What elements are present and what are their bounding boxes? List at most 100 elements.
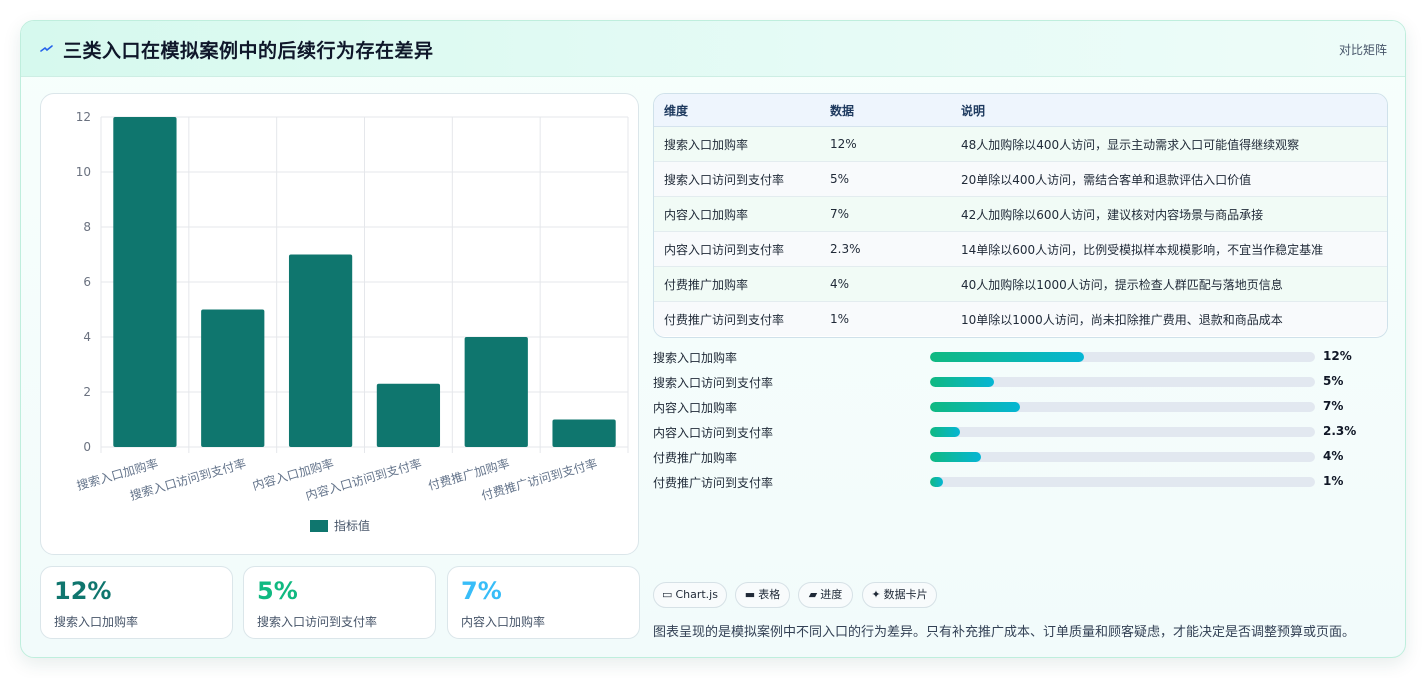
kpi-label: 搜索入口访问到支付率 xyxy=(257,615,378,629)
kpi-card-search-pay: 5% 搜索入口访问到支付率 xyxy=(243,566,436,639)
column-header: 说明 xyxy=(961,94,1387,127)
kpi-value: 5% xyxy=(257,577,298,605)
pulse-icon xyxy=(40,45,53,52)
bar xyxy=(552,419,616,447)
progress-icon: ▰ xyxy=(808,588,818,601)
table-cell: 10单除以1000人访问，尚未扣除推广费用、退款和商品成本 xyxy=(961,301,1387,336)
kpi-value: 12% xyxy=(54,577,112,605)
y-tick-label: 0 xyxy=(83,440,91,454)
main-card: 三类入口在模拟案例中的后续行为存在差异 对比矩阵 0 2 4 6 8 10 12 搜索入口加购… xyxy=(20,20,1406,658)
y-tick-label: 8 xyxy=(83,220,91,234)
progress-track xyxy=(930,477,1315,487)
progress-value: 2.3% xyxy=(1323,424,1357,438)
table-header-row: 维度 数据 说明 xyxy=(654,94,1387,127)
comparison-table: 维度 数据 说明 搜索入口加购率 12% 48人加购除以400人访问，显示主动需… xyxy=(653,93,1388,338)
table-icon: ▬ xyxy=(744,588,756,601)
bar xyxy=(113,117,177,447)
progress-track xyxy=(930,452,1315,462)
table-row: 内容入口加购率 7% 42人加购除以600人访问，建议核对内容场景与商品承接 xyxy=(654,196,1387,232)
progress-label: 搜索入口访问到支付率 xyxy=(653,376,774,390)
table-cell: 40人加购除以1000人访问，提示检查人群匹配与落地页信息 xyxy=(961,266,1387,302)
bar xyxy=(376,383,441,447)
table-cell: 搜索入口加购率 xyxy=(654,126,830,162)
y-tick-label: 2 xyxy=(83,385,91,399)
table-cell: 42人加购除以600人访问，建议核对内容场景与商品承接 xyxy=(961,196,1387,232)
table-cell: 5% xyxy=(830,161,961,197)
progress-row: 搜索入口访问到支付率 5% xyxy=(653,372,1386,392)
kpi-card-content-cart: 7% 内容入口加购率 xyxy=(447,566,640,639)
y-tick-label: 4 xyxy=(83,330,91,344)
progress-row: 内容入口访问到支付率 2.3% xyxy=(653,422,1386,442)
tag-label: 进度 xyxy=(820,588,843,601)
progress-label: 搜索入口加购率 xyxy=(653,351,738,365)
sparkle-icon: ✦ xyxy=(871,588,881,601)
progress-value: 7% xyxy=(1323,399,1344,413)
table-row: 内容入口访问到支付率 2.3% 14单除以600人访问，比例受模拟样本规模影响，… xyxy=(654,231,1387,267)
table-cell: 内容入口加购率 xyxy=(654,196,830,232)
progress-fill xyxy=(930,477,943,487)
table-cell: 4% xyxy=(830,266,961,302)
bar xyxy=(288,254,353,447)
table-cell: 7% xyxy=(830,196,961,232)
kpi-label: 内容入口加购率 xyxy=(461,615,546,629)
column-header: 数据 xyxy=(830,94,961,127)
tag-data-cards[interactable]: ✦ 数据卡片 xyxy=(862,582,937,608)
column-header: 维度 xyxy=(654,94,830,127)
progress-fill xyxy=(930,352,1084,362)
progress-fill xyxy=(930,452,982,462)
table-row: 付费推广加购率 4% 40人加购除以1000人访问，提示检查人群匹配与落地页信息 xyxy=(654,266,1387,302)
table-cell: 12% xyxy=(830,126,961,162)
progress-value: 12% xyxy=(1323,349,1352,363)
table-cell: 1% xyxy=(830,301,961,336)
legend-label: 指标值 xyxy=(334,518,370,533)
progress-label: 付费推广访问到支付率 xyxy=(653,476,774,490)
progress-track xyxy=(930,352,1315,362)
table-cell: 付费推广访问到支付率 xyxy=(654,301,830,336)
bar xyxy=(201,309,265,447)
y-tick-label: 12 xyxy=(76,110,91,124)
table-cell: 内容入口访问到支付率 xyxy=(654,231,830,267)
table-cell: 14单除以600人访问，比例受模拟样本规模影响，不宜当作稳定基准 xyxy=(961,231,1387,267)
tag-table[interactable]: ▬ 表格 xyxy=(735,582,790,608)
y-tick-label: 10 xyxy=(76,165,91,179)
table-row: 搜索入口加购率 12% 48人加购除以400人访问，显示主动需求入口可能值得继续… xyxy=(654,126,1387,162)
progress-value: 4% xyxy=(1323,449,1344,463)
table-row: 搜索入口访问到支付率 5% 20单除以400人访问，需结合客单和退款评估入口价值 xyxy=(654,161,1387,197)
tag-label: 表格 xyxy=(758,588,781,601)
tag-progress[interactable]: ▰ 进度 xyxy=(798,582,853,608)
table-cell: 搜索入口访问到支付率 xyxy=(654,161,830,197)
progress-value: 5% xyxy=(1323,374,1344,388)
footnote: 图表呈现的是模拟案例中不同入口的行为差异。只有补充推广成本、订单质量和顾客疑虑，… xyxy=(653,625,1356,640)
progress-track xyxy=(930,377,1315,387)
tag-chartjs[interactable]: ▭ Chart.js xyxy=(653,582,727,608)
progress-row: 搜索入口加购率 12% xyxy=(653,347,1386,367)
table-cell: 付费推广加购率 xyxy=(654,266,830,302)
bar xyxy=(464,337,528,447)
table-row: 付费推广访问到支付率 1% 10单除以1000人访问，尚未扣除推广费用、退款和商… xyxy=(654,301,1387,336)
table-cell: 20单除以400人访问，需结合客单和退款评估入口价值 xyxy=(961,161,1387,197)
progress-fill xyxy=(930,377,995,387)
progress-row: 付费推广访问到支付率 1% xyxy=(653,472,1386,492)
kpi-value: 7% xyxy=(461,577,502,605)
table-cell: 48人加购除以400人访问，显示主动需求入口可能值得继续观察 xyxy=(961,126,1387,162)
progress-fill xyxy=(930,402,1020,412)
card-header: 三类入口在模拟案例中的后续行为存在差异 对比矩阵 xyxy=(21,21,1405,77)
progress-row: 内容入口加购率 7% xyxy=(653,397,1386,417)
progress-fill xyxy=(930,427,960,437)
progress-label: 内容入口访问到支付率 xyxy=(653,426,774,440)
kpi-label: 搜索入口加购率 xyxy=(54,615,139,629)
progress-track xyxy=(930,427,1315,437)
progress-track xyxy=(930,402,1315,412)
table-cell: 2.3% xyxy=(830,231,961,267)
bar-chart-panel: 0 2 4 6 8 10 12 搜索入口加购率 搜索入口访问到支付率 内容入口加购率 内容入口访问到… xyxy=(40,93,639,555)
tag-label: 数据卡片 xyxy=(883,588,928,601)
matrix-label: 对比矩阵 xyxy=(1338,43,1387,57)
page-title: 三类入口在模拟案例中的后续行为存在差异 xyxy=(63,40,434,62)
chart-icon: ▭ xyxy=(662,588,673,601)
progress-label: 内容入口加购率 xyxy=(653,401,738,415)
progress-row: 付费推广加购率 4% xyxy=(653,447,1386,467)
y-tick-label: 6 xyxy=(83,275,91,289)
kpi-card-search-cart: 12% 搜索入口加购率 xyxy=(40,566,233,639)
tag-label: Chart.js xyxy=(675,588,718,601)
progress-label: 付费推广加购率 xyxy=(653,451,738,465)
